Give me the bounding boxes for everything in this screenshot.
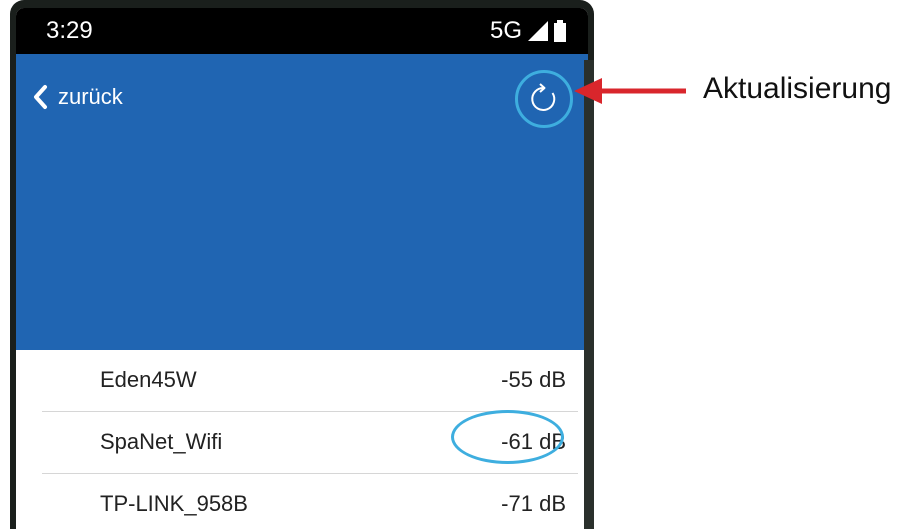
network-signal: -71 dB [501,491,566,516]
callout-arrow-icon [574,78,686,104]
callout-label: Aktualisierung [703,72,892,105]
refresh-button[interactable] [515,70,573,128]
network-name: TP-LINK_958B [100,491,248,516]
status-bar: 3:29 5G [16,8,588,54]
signal-icon [528,21,548,41]
chevron-left-icon [34,85,47,109]
status-time: 3:29 [46,17,93,44]
phone-side-edge [584,60,594,529]
network-name: SpaNet_Wifi [100,429,223,454]
network-row[interactable]: Eden45W -55 dB [42,350,578,412]
back-button[interactable]: zurück [32,80,123,114]
refresh-icon [531,83,556,111]
network-row[interactable]: TP-LINK_958B -71 dB [42,474,578,529]
battery-icon [554,20,566,42]
network-type: 5G [489,17,522,44]
network-name: Eden45W [100,367,197,392]
signal-highlight-ring [451,410,564,464]
network-signal: -55 dB [501,367,566,392]
header-panel: zurück [16,54,588,350]
back-label: zurück [58,84,123,109]
status-indicators: 5G [490,17,566,45]
